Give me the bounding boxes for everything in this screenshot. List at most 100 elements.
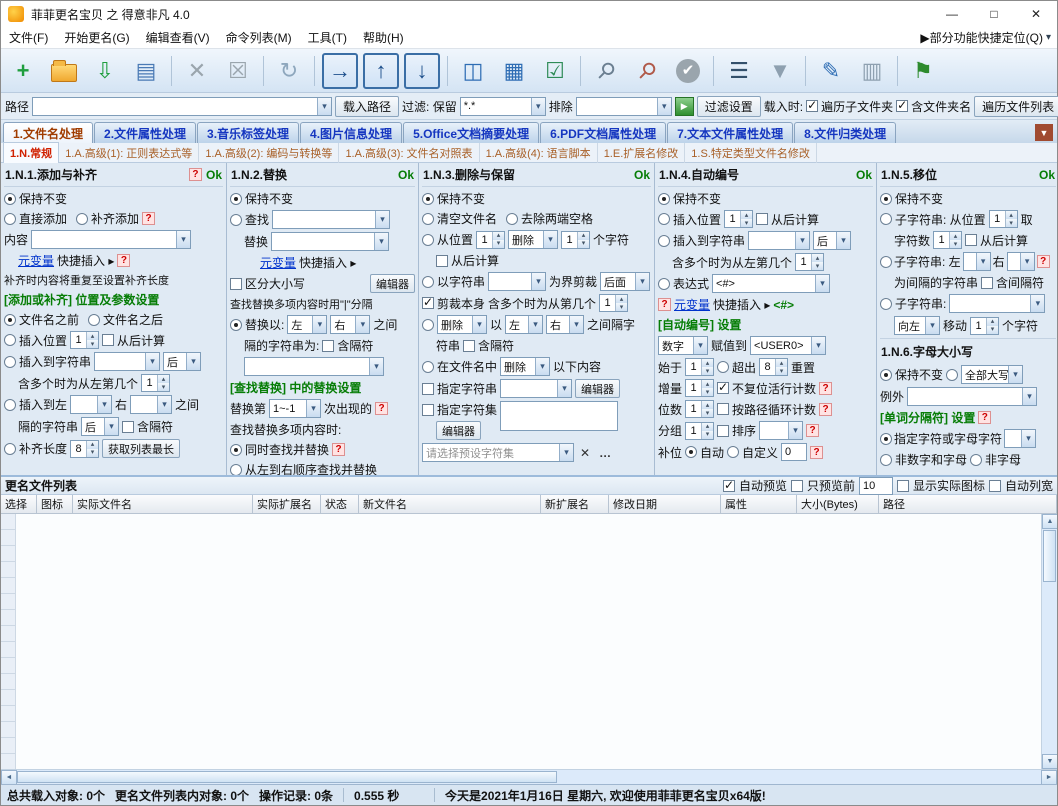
vertical-scroll-thumb[interactable] [1043, 530, 1056, 582]
p2-case-checkbox[interactable] [230, 277, 242, 290]
spinner-buttons[interactable]: ▴ ▾ [1004, 211, 1017, 227]
spinner-buttons[interactable]: ▴ ▾ [86, 332, 99, 348]
preview-count-input[interactable]: 10 [858, 476, 893, 495]
clear-list-button[interactable]: ☒ [220, 53, 256, 89]
edit-list-button[interactable]: ✎ [813, 53, 849, 89]
p4-group-spinner[interactable]: 1 ▴ ▾ [685, 421, 715, 440]
dropdown-arrow-icon[interactable]: ▾ [559, 444, 573, 461]
spinner-up-icon[interactable]: ▴ [741, 211, 753, 219]
p4-inc-spinner[interactable]: 1 ▴ ▾ [685, 379, 715, 397]
p5-from-end-checkbox[interactable] [965, 234, 978, 246]
p5-direction-combo[interactable]: 向左 ▾ [894, 316, 940, 335]
main-tab-8[interactable]: 8.文件归类处理 [794, 122, 897, 143]
p1-insert-string-combo[interactable]: ▾ [94, 352, 161, 371]
dropdown-arrow-icon[interactable]: ▾ [795, 232, 810, 249]
move-right-button[interactable]: → [322, 52, 358, 89]
dropdown-arrow-icon[interactable]: ▾ [836, 232, 851, 249]
column-header-2[interactable]: 图标 [37, 495, 73, 514]
list-columns-button[interactable]: ▥ [854, 53, 890, 89]
p4-var-insert-rest[interactable]: 快捷插入 ▸ [713, 296, 770, 313]
p3-from-pos-spinner[interactable]: 1 ▴ ▾ [476, 230, 506, 249]
p5-substr3-radio[interactable] [880, 297, 892, 310]
column-header-7[interactable]: 新扩展名 [541, 495, 609, 514]
menu-item-4[interactable]: 命令列表(M) [218, 27, 300, 48]
column-header-9[interactable]: 属性 [721, 495, 797, 514]
p4-assign-combo[interactable]: <USER0> ▾ [750, 336, 827, 355]
spinner-buttons[interactable]: ▴ ▾ [701, 380, 714, 396]
dropdown-arrow-icon[interactable]: ▾ [1021, 430, 1036, 447]
p2-occurrence-combo[interactable]: 1~-1 ▾ [269, 399, 322, 418]
p1-var-insert-link[interactable]: 元变量 [18, 252, 54, 269]
dropdown-arrow-icon[interactable]: ▾ [1019, 253, 1034, 270]
column-header-6[interactable]: 新文件名 [359, 495, 541, 514]
p4-per-path-help-button[interactable]: ? [819, 402, 833, 416]
p5-substr1-radio[interactable] [880, 213, 892, 225]
close-button[interactable]: ✕ [1015, 1, 1057, 27]
p3-boundary-string-combo[interactable]: ▾ [488, 272, 547, 291]
dropdown-arrow-icon[interactable]: ▾ [374, 233, 389, 250]
spinner-up-icon[interactable]: ▴ [578, 231, 590, 240]
p4-over-spinner[interactable]: 8 ▴ ▾ [759, 358, 789, 376]
dropdown-arrow-icon[interactable]: ▾ [557, 380, 572, 397]
panel2-ok-button[interactable]: Ok [398, 168, 414, 182]
spinner-up-icon[interactable]: ▴ [702, 380, 714, 388]
p3-in-name-mode-combo[interactable]: 删除 ▾ [500, 357, 551, 376]
spinner-down-icon[interactable]: ▾ [776, 367, 788, 375]
apply-filter-button[interactable]: ▶ [674, 96, 694, 116]
p5-substr3-combo[interactable]: ▾ [949, 294, 1046, 313]
spinner-up-icon[interactable]: ▴ [616, 295, 628, 303]
spinner-buttons[interactable]: ▴ ▾ [86, 440, 99, 457]
spinner-up-icon[interactable]: ▴ [702, 359, 714, 367]
spinner-down-icon[interactable]: ▾ [578, 239, 590, 248]
spinner-down-icon[interactable]: ▾ [812, 262, 824, 270]
dropdown-arrow-icon[interactable]: ▾ [543, 231, 558, 248]
p3-charset-checkbox[interactable] [422, 403, 434, 416]
preview-first-checkbox[interactable] [790, 479, 803, 492]
sub-tab-4[interactable]: 1.A.高级(3): 文件名对照表 [339, 142, 480, 163]
spinner-down-icon[interactable]: ▾ [1005, 219, 1017, 227]
dropdown-arrow-icon[interactable]: ▾ [375, 211, 390, 228]
preview-list-button[interactable]: ☑ [537, 53, 573, 89]
spinner-down-icon[interactable]: ▾ [702, 409, 714, 417]
column-header-4[interactable]: 实际扩展名 [253, 495, 321, 514]
dropdown-arrow-icon[interactable]: ▾ [176, 231, 191, 248]
menu-item-3[interactable]: 编辑查看(V) [138, 27, 218, 48]
column-header-11[interactable]: 路径 [879, 495, 1057, 514]
p3-cut-self-checkbox[interactable] [422, 295, 434, 309]
p1-multi-spinner[interactable]: 1 ▴ ▾ [141, 374, 171, 392]
dropdown-arrow-icon[interactable]: ▾ [157, 396, 172, 413]
spinner-up-icon[interactable]: ▴ [702, 401, 714, 409]
spinner-buttons[interactable]: ▴ ▾ [492, 231, 505, 248]
p3-spec-string-combo[interactable]: ▾ [500, 379, 573, 398]
dropdown-arrow-icon[interactable]: ▾ [535, 358, 550, 375]
p2-simultaneous-help-button[interactable]: ? [332, 443, 346, 456]
spinner-up-icon[interactable]: ▴ [1005, 211, 1017, 219]
menu-item-6[interactable]: 帮助(H) [355, 27, 412, 48]
path-combo[interactable]: ▾ [32, 96, 333, 116]
delete-item-button[interactable]: ✕ [179, 53, 215, 89]
p2-find-radio[interactable] [230, 213, 242, 226]
p1-insert-pos-radio[interactable] [4, 334, 16, 346]
p4-keep-radio[interactable] [658, 192, 670, 205]
dropdown-arrow-icon[interactable]: ▾ [815, 275, 830, 292]
p4-number-type-combo[interactable]: 数字 ▾ [658, 336, 708, 355]
dropdown-arrow-icon[interactable]: ▾ [312, 316, 327, 333]
spinner-up-icon[interactable]: ▴ [812, 254, 824, 262]
p1-include-sep-checkbox[interactable] [122, 420, 135, 433]
p4-start-spinner[interactable]: 1 ▴ ▾ [685, 358, 715, 376]
spinner-down-icon[interactable]: ▾ [87, 448, 99, 457]
menu-item-5[interactable]: 工具(T) [300, 27, 355, 48]
split-view-button[interactable]: ◫ [455, 53, 491, 89]
p4-per-path-checkbox[interactable] [717, 403, 730, 415]
p1-get-longest-button[interactable]: 获取列表最长 [102, 439, 181, 458]
p3-delete-between-radio[interactable] [422, 318, 434, 331]
minimize-button[interactable]: — [931, 1, 973, 27]
dropdown-arrow-icon[interactable]: ▾ [1030, 295, 1045, 312]
p3-from-end-checkbox[interactable] [436, 254, 448, 267]
panel3-ok-button[interactable]: Ok [634, 168, 650, 182]
p3-multi-spinner[interactable]: 1 ▴ ▾ [599, 294, 629, 312]
p4-expression-radio[interactable] [658, 277, 670, 290]
spinner-buttons[interactable]: ▴ ▾ [577, 231, 590, 248]
column-header-10[interactable]: 大小(Bytes) [797, 495, 879, 514]
p2-editor-button[interactable]: 编辑器 [370, 274, 415, 293]
